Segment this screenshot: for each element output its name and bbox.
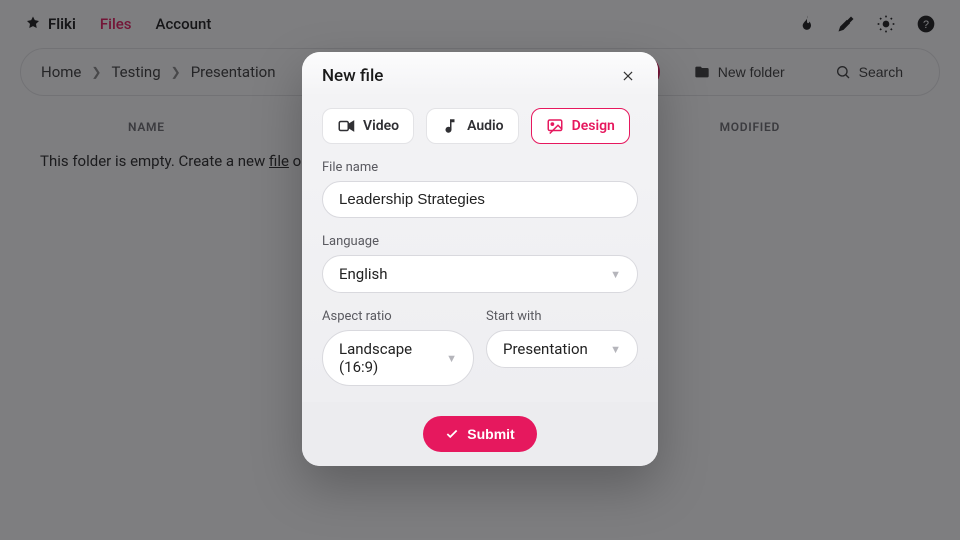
- tab-audio-label: Audio: [467, 118, 504, 134]
- submit-button[interactable]: Submit: [423, 416, 536, 452]
- aspect-ratio-label: Aspect ratio: [322, 309, 474, 324]
- modal-footer: Submit: [302, 402, 658, 466]
- tab-video-label: Video: [363, 118, 399, 134]
- close-icon[interactable]: [618, 66, 638, 86]
- modal-overlay[interactable]: New file Video Audio: [0, 0, 960, 540]
- chevron-down-icon: ▼: [446, 352, 457, 365]
- check-icon: [445, 427, 459, 441]
- video-icon: [337, 117, 355, 135]
- language-select[interactable]: English ▼: [322, 255, 638, 293]
- modal-body: Video Audio Design File name L: [302, 96, 658, 402]
- tab-audio[interactable]: Audio: [426, 108, 519, 144]
- language-value: English: [339, 265, 388, 283]
- chevron-down-icon: ▼: [610, 343, 621, 356]
- file-name-label: File name: [322, 160, 638, 175]
- new-file-modal: New file Video Audio: [302, 52, 658, 466]
- aspect-ratio-value: Landscape (16:9): [339, 340, 446, 376]
- audio-icon: [441, 117, 459, 135]
- modal-header: New file: [302, 52, 658, 96]
- aspect-ratio-select[interactable]: Landscape (16:9) ▼: [322, 330, 474, 386]
- chevron-down-icon: ▼: [610, 268, 621, 281]
- design-icon: [546, 117, 564, 135]
- start-with-select[interactable]: Presentation ▼: [486, 330, 638, 368]
- submit-label: Submit: [467, 426, 514, 442]
- file-name-input[interactable]: [322, 181, 638, 218]
- tab-design-label: Design: [572, 118, 615, 134]
- file-type-tabs: Video Audio Design: [322, 108, 638, 144]
- modal-title: New file: [322, 66, 383, 86]
- tab-video[interactable]: Video: [322, 108, 414, 144]
- tab-design[interactable]: Design: [531, 108, 630, 144]
- start-with-label: Start with: [486, 309, 638, 324]
- start-with-value: Presentation: [503, 340, 588, 358]
- language-label: Language: [322, 234, 638, 249]
